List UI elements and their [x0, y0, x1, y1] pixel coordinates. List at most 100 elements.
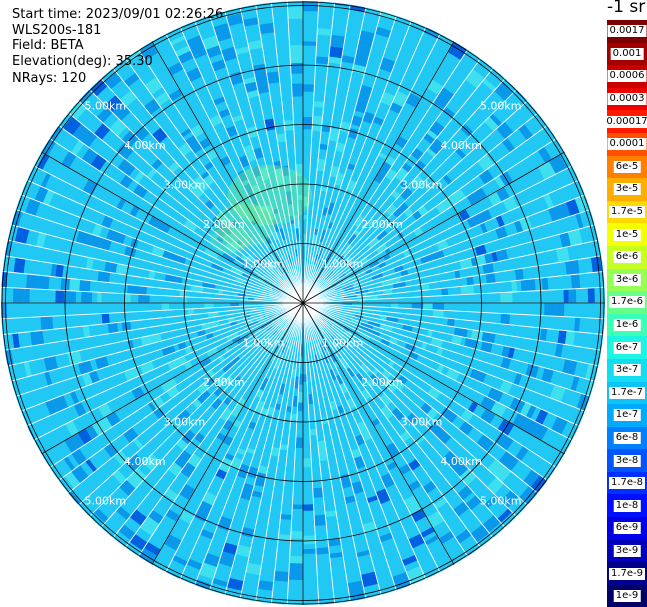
range-cell	[309, 428, 317, 436]
range-ring-label: 1.00km	[322, 258, 364, 271]
range-ring-label: 2.00km	[361, 376, 403, 389]
colorbar-cell: 0.00017	[604, 110, 647, 133]
range-cell	[26, 274, 40, 290]
range-ring-label: 3.00km	[401, 178, 443, 191]
range-cell	[541, 277, 549, 291]
range-ring-label: 4.00km	[440, 455, 482, 468]
range-cell	[500, 313, 511, 325]
colorbar-cell: 1.7e-8	[607, 471, 647, 495]
range-ring-label: 1.00km	[243, 258, 285, 271]
range-cell	[303, 548, 317, 554]
colorbar-tick-label: 0.0017	[607, 25, 647, 38]
range-ring-label: 2.00km	[361, 218, 403, 231]
range-cell	[290, 54, 303, 64]
colorbar-tick-label: 6e-5	[613, 160, 641, 173]
range-ring-label: 5.00km	[480, 99, 522, 112]
range-cell	[287, 7, 303, 20]
colorbar-cell: 1.7e-5	[607, 200, 647, 224]
range-cell	[441, 287, 449, 296]
colorbar-cell: 3e-6	[607, 268, 647, 292]
range-cell	[182, 296, 188, 303]
colorbar-cell: 0.0001	[607, 132, 647, 156]
colorbar-cell: 3e-5	[607, 178, 647, 201]
colorbar-tick-label: 0.0003	[607, 93, 647, 106]
colorbar-cell: 0.0017	[607, 20, 647, 43]
colorbar-tick-label: 6e-9	[613, 522, 641, 535]
colorbar-tick-label: 0.0006	[607, 70, 647, 83]
range-cell	[587, 287, 595, 303]
colorbar-tick-label: 1e-9	[613, 590, 641, 603]
range-cell	[514, 268, 524, 281]
range-cell	[295, 437, 303, 449]
colorbar: 0.0017 0.001 0.0006 0.0003 0.00017 0.0001 6e-5…	[604, 20, 647, 607]
colorbar-cell: 1.7e-7	[607, 381, 647, 405]
range-cell	[563, 289, 569, 303]
colorbar-tick-label: 1.7e-6	[608, 296, 646, 309]
field-label: Field: BETA	[12, 38, 84, 53]
range-cell	[485, 272, 496, 284]
colorbar-tick-label: 3e-7	[613, 364, 641, 377]
range-cell	[313, 101, 325, 108]
range-cell	[544, 303, 557, 317]
colorbar-tick-label: 1e-6	[613, 319, 641, 332]
range-ring-label: 4.00km	[440, 139, 482, 152]
colorbar-cell: 6e-9	[607, 517, 647, 540]
range-cell	[312, 487, 324, 498]
range-cell	[266, 71, 280, 84]
colorbar-tick-label: 1.7e-8	[608, 477, 646, 490]
range-cell	[303, 504, 314, 511]
range-cell	[258, 22, 275, 35]
range-cell	[312, 122, 322, 132]
colorbar-cell: 1.7e-9	[607, 562, 647, 585]
colorbar-cell: 6e-5	[607, 155, 647, 179]
range-cell	[511, 280, 518, 293]
range-ring-label: 5.00km	[85, 99, 127, 112]
colorbar-tick-label: 0.00017	[604, 115, 647, 128]
range-cell	[63, 290, 77, 303]
range-cell	[466, 276, 474, 286]
range-cell	[315, 56, 329, 65]
instrument-label: WLS200s-181	[12, 23, 102, 38]
range-cell	[437, 310, 444, 318]
colorbar-cell: 6e-6	[607, 245, 647, 269]
colorbar-tick-label: 6e-6	[613, 251, 641, 264]
range-ring-label: 1.00km	[243, 337, 285, 350]
colorbar-cell: 3e-8	[607, 449, 647, 472]
range-cell	[297, 397, 303, 403]
colorbar-cell: 3e-7	[607, 358, 647, 382]
range-cell	[280, 514, 292, 520]
range-cell	[303, 214, 308, 220]
colorbar-tick-label: 3e-8	[613, 454, 641, 467]
range-ring-label: 5.00km	[480, 495, 522, 508]
range-cell	[30, 330, 45, 346]
range-cell	[556, 303, 565, 317]
range-cell	[138, 294, 150, 303]
range-cell	[288, 568, 303, 581]
colorbar-cell: 1e-8	[607, 494, 647, 518]
colorbar-cell: 0.001	[607, 42, 647, 66]
range-ring-label: 3.00km	[164, 178, 206, 191]
colorbar-tick-label: 6e-8	[613, 431, 641, 444]
range-cell	[568, 288, 577, 303]
range-cell	[423, 303, 433, 310]
range-cell	[303, 458, 312, 468]
range-cell	[55, 290, 65, 303]
range-cell	[290, 62, 303, 74]
colorbar-unit-label: -1 sr	[607, 0, 646, 17]
range-cell	[500, 292, 513, 303]
range-cell	[317, 28, 332, 36]
range-cell	[161, 303, 170, 311]
range-cell	[314, 514, 327, 526]
range-cell	[303, 84, 315, 92]
colorbar-tick-label: 1.7e-7	[608, 386, 646, 399]
colorbar-cell: 1e-5	[607, 223, 647, 246]
colorbar-tick-label: 1.7e-5	[608, 206, 646, 219]
ppi-scan-plot: 1.00km 1.00km 1.00km 1.00km 2.00km 2.00km 2.00…	[1, 1, 605, 605]
range-cell	[289, 44, 303, 56]
range-cell	[312, 115, 323, 124]
range-cell	[289, 563, 303, 570]
range-cell	[13, 257, 26, 274]
range-cell	[138, 285, 147, 295]
start-time-label: Start time: 2023/09/01 02:26:26	[12, 7, 224, 22]
colorbar-cell: 3e-9	[607, 539, 647, 563]
